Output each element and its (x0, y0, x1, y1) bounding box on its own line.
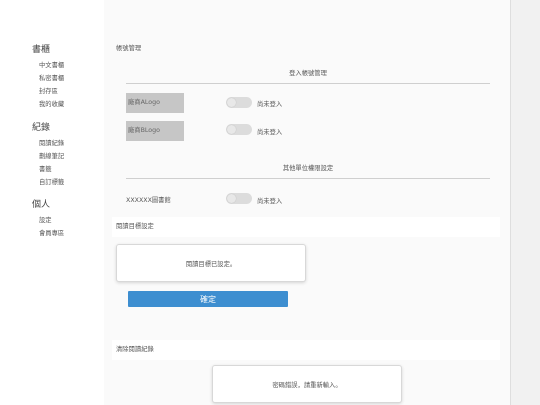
right-panel-edge (510, 0, 540, 405)
login-account-header: 登入帳號管理 (126, 68, 490, 84)
vendor-a-login-toggle[interactable] (226, 97, 252, 108)
vendor-b-logo: 廠商BLogo (126, 121, 184, 141)
sidebar-item-bookmarks[interactable]: 書籤 (39, 164, 52, 173)
toggle-knob (227, 98, 236, 107)
reading-goal-dialog: 閱讀目標已設定。 (116, 244, 306, 282)
library-status: 尚未登入 (257, 198, 283, 205)
sidebar-section-records: 紀錄 (32, 123, 51, 133)
sidebar-item-private-bookshelf[interactable]: 私密書櫃 (39, 73, 64, 82)
sidebar-item-reading-history[interactable]: 閱讀紀錄 (39, 138, 64, 147)
sidebar-item-highlight-notes[interactable]: 劃線筆記 (39, 151, 64, 160)
sidebar: 書櫃 中文書櫃 私密書櫃 封存區 我的收藏 紀錄 閱讀紀錄 劃線筆記 書籤 自訂… (0, 0, 104, 405)
sidebar-section-bookshelf: 書櫃 (32, 45, 51, 55)
clear-history-section-title: 清除閱讀紀錄 (112, 340, 500, 360)
sidebar-section-personal: 個人 (32, 200, 51, 210)
vendor-b-login-toggle[interactable] (226, 124, 252, 135)
vendor-a-logo: 廠商ALogo (126, 93, 184, 113)
vendor-a-status: 尚未登入 (257, 101, 283, 108)
toggle-knob (227, 194, 236, 203)
sidebar-item-custom-tags[interactable]: 自訂標籤 (39, 177, 64, 186)
toggle-knob (227, 125, 236, 134)
vendor-b-status: 尚未登入 (257, 129, 283, 136)
page-title: 帳號管理 (116, 45, 142, 52)
other-permissions-header: 其他單位權限設定 (126, 163, 490, 179)
sidebar-item-settings[interactable]: 設定 (39, 215, 52, 224)
password-error-dialog: 密碼錯誤，請重新輸入。 (212, 365, 402, 403)
library-name: XXXXXX圖書館 (126, 197, 171, 204)
reading-goal-section-title: 閱讀目標設定 (112, 217, 500, 237)
sidebar-item-chinese-bookshelf[interactable]: 中文書櫃 (39, 60, 64, 69)
library-login-toggle[interactable] (226, 193, 252, 204)
reading-goal-message: 閱讀目標已設定。 (185, 260, 237, 268)
sidebar-item-archive[interactable]: 封存區 (39, 86, 58, 95)
sidebar-item-member-area[interactable]: 會員專區 (39, 228, 64, 237)
sidebar-item-favorites[interactable]: 我的收藏 (39, 99, 64, 108)
password-error-message: 密碼錯誤，請重新輸入。 (272, 381, 342, 389)
main-panel: 帳號管理 登入帳號管理 廠商ALogo 尚未登入 廠商BLogo 尚未登入 其他… (104, 0, 510, 405)
confirm-button[interactable]: 確定 (128, 291, 288, 307)
